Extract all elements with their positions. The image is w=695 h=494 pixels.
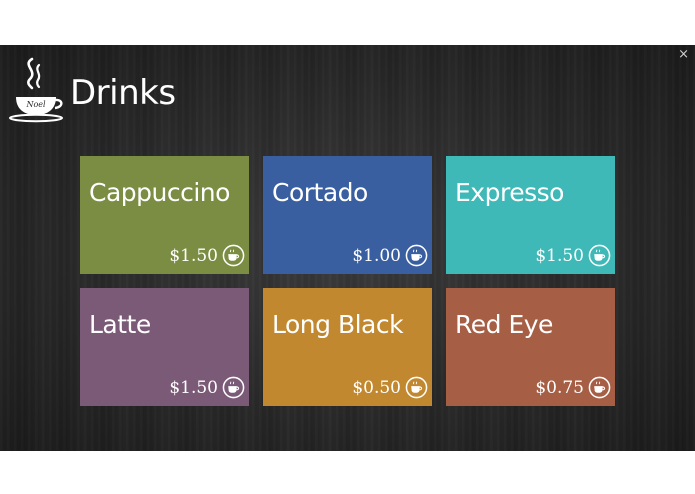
coffee-cup-logo: Noel <box>9 57 63 123</box>
cup-icon <box>222 244 245 267</box>
drink-tile-red-eye[interactable]: Red Eye $0.75 <box>446 288 615 406</box>
drink-name: Latte <box>89 310 151 339</box>
drink-price: $1.50 <box>535 246 584 266</box>
drink-price: $0.50 <box>352 378 401 398</box>
drink-tile-expresso[interactable]: Expresso $1.50 <box>446 156 615 274</box>
drink-tile-cortado[interactable]: Cortado $1.00 <box>263 156 432 274</box>
drink-price: $1.00 <box>352 246 401 266</box>
drink-price: $0.75 <box>535 378 584 398</box>
drink-name: Cortado <box>272 178 368 207</box>
cup-icon <box>222 376 245 399</box>
cup-icon <box>405 244 428 267</box>
app-window: × Noel Drinks Cappuccino $1.50 Cortado $1.0… <box>0 45 695 451</box>
cup-icon <box>588 244 611 267</box>
close-button[interactable]: × <box>678 48 689 62</box>
drink-price: $1.50 <box>169 246 218 266</box>
drink-tile-cappuccino[interactable]: Cappuccino $1.50 <box>80 156 249 274</box>
drink-name: Cappuccino <box>89 178 230 207</box>
cup-icon <box>405 376 428 399</box>
drink-tile-long-black[interactable]: Long Black $0.50 <box>263 288 432 406</box>
drink-name: Expresso <box>455 178 564 207</box>
logo-text: Noel <box>25 100 46 109</box>
drink-price: $1.50 <box>169 378 218 398</box>
drink-name: Red Eye <box>455 310 553 339</box>
cup-icon <box>588 376 611 399</box>
drink-tile-latte[interactable]: Latte $1.50 <box>80 288 249 406</box>
drink-name: Long Black <box>272 310 404 339</box>
page-title: Drinks <box>70 73 176 113</box>
